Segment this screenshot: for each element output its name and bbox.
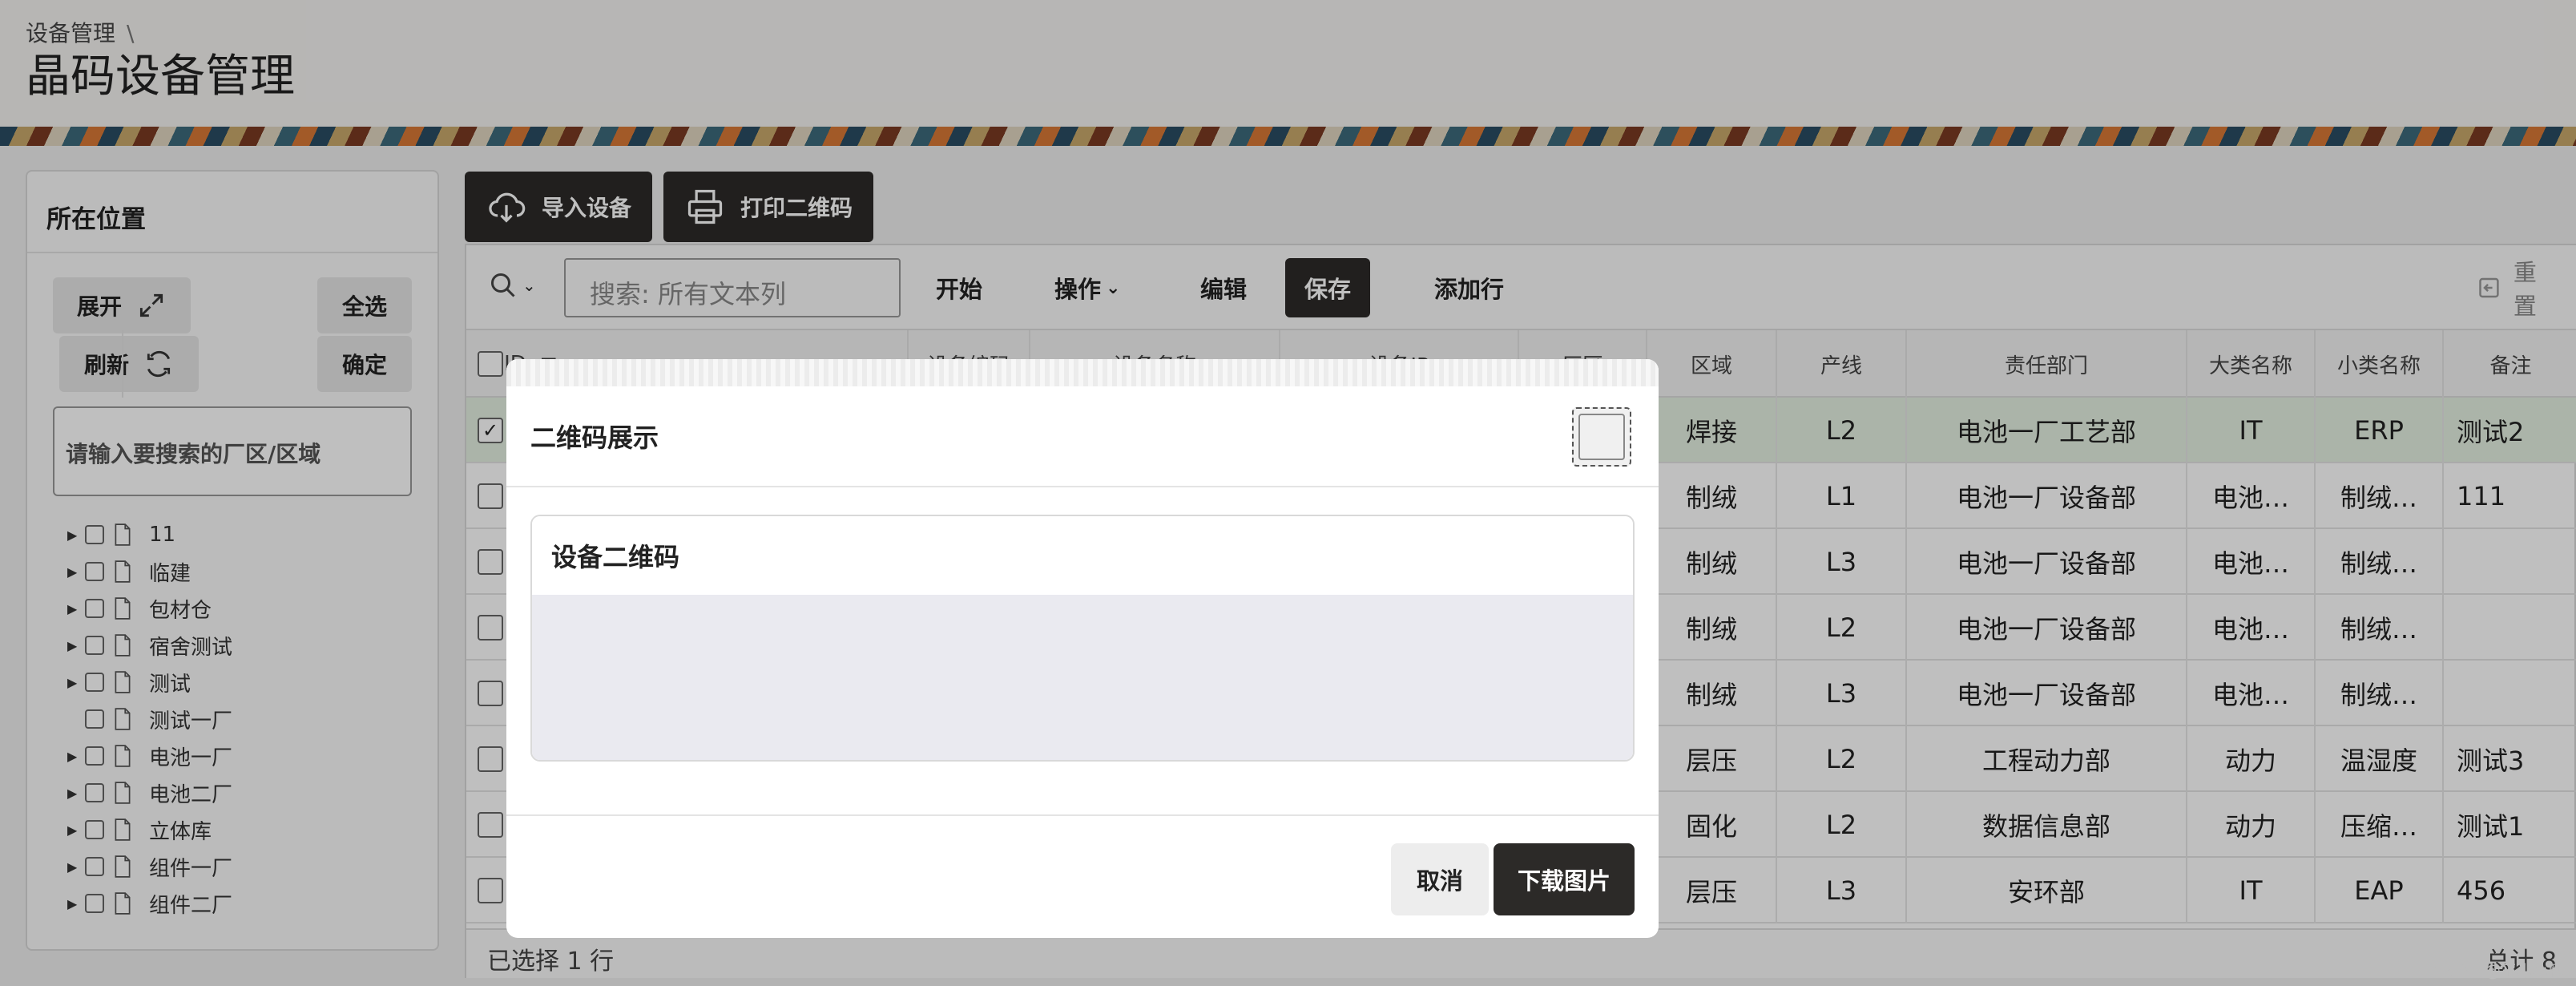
region-title: 设备二维码 — [532, 516, 1633, 595]
close-button[interactable] — [1572, 407, 1631, 467]
watermark: CSDN @王小小鸭 — [2433, 961, 2565, 980]
close-icon — [1578, 414, 1625, 460]
dialog-drag-handle[interactable] — [506, 359, 1659, 386]
dialog-title: 二维码展示 — [506, 386, 1659, 487]
download-image-button[interactable]: 下载图片 — [1494, 843, 1635, 915]
dialog-footer-divider — [506, 814, 1659, 816]
qrcode-dialog: 二维码展示 设备二维码 取消 下载图片 — [506, 359, 1659, 938]
qrcode-image-area — [532, 595, 1633, 760]
cancel-button[interactable]: 取消 — [1391, 843, 1489, 915]
qrcode-region: 设备二维码 — [530, 515, 1635, 762]
